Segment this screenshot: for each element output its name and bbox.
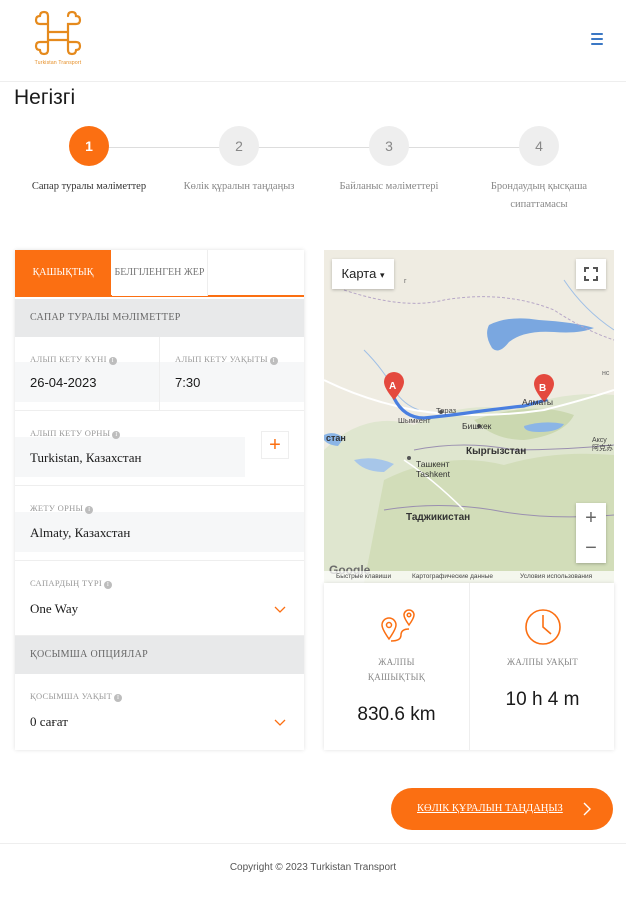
chevron-right-icon [583,802,591,816]
departure-time-label: Алып кету уақыты i [175,354,278,365]
pickup-place-label: Алып кету орны i [30,428,121,439]
tab-distance[interactable]: Қашықтық [15,250,111,296]
footer-divider [0,843,626,844]
trip-type-label: Сапардың түрі i [30,578,113,589]
map-label-almaty: Алматы [522,397,554,407]
step-label: Байланыс мәліметтері [339,181,439,192]
total-time-card: Жалпы уақыт 10 h 4 m [469,583,614,750]
info-icon: i [85,506,94,514]
departure-time-input[interactable]: 7:30 [175,375,200,390]
extra-time-label: Қосымша уақыт i [30,691,123,702]
choose-vehicle-button[interactable]: Көлік құралын таңдаңыз [391,788,613,830]
logo-emblem-icon [34,10,82,56]
zoom-in-button[interactable]: + [576,503,606,533]
fullscreen-icon [584,267,598,281]
add-stop-button[interactable]: + [261,431,289,459]
keyboard-shortcuts-link[interactable]: Быстрые клавиши [336,571,391,583]
map-type-button[interactable]: Карта ▾ [332,259,394,289]
trip-summary-panel: Жалпы қашықтық 830.6 km Жалпы уақыт 10 h… [324,583,614,750]
chevron-down-icon[interactable] [273,716,287,730]
map-label-tashkent: Ташкент Tashkent [416,459,451,479]
total-time-label: Жалпы уақыт [506,657,579,667]
extra-time-select[interactable]: 0 сағат [30,714,68,730]
trip-details-section-header: Сапар туралы мәліметтер [15,299,304,337]
trip-mode-tabs: Қашықтық Белгіленген жер [15,250,304,297]
tab-fixed-place[interactable]: Белгіленген жер [112,250,208,296]
step-3[interactable]: 3 Байланыс мәліметтері [314,126,464,196]
extra-time-row: Қосымша уақыт i 0 сағат [15,674,304,750]
departure-date-input[interactable]: 26-04-2023 [30,375,97,390]
hamburger-menu-button[interactable] [588,33,606,47]
step-label: Көлік құралын таңдаңыз [183,181,295,192]
total-distance-label: Жалпы қашықтық [367,657,426,682]
trip-type-row: Сапардың түрі i One Way [15,561,304,636]
step-2[interactable]: 2 Көлік құралын таңдаңыз [164,126,314,196]
info-icon: i [269,357,278,365]
info-icon: i [112,431,121,439]
site-header: Turkistan Transport [0,0,626,82]
departure-datetime-row: Алып кету күні i 26-04-2023 Алып кету уақ… [15,337,304,411]
hamburger-icon [591,33,603,35]
clock-icon [525,609,561,645]
pickup-place-input[interactable]: Turkistan, Казахстан [30,450,142,466]
trip-type-select[interactable]: One Way [30,601,78,617]
choose-vehicle-label: Көлік құралын таңдаңыз [417,803,563,814]
map-label-aksu: Аксу 阿克苏 [592,437,613,452]
logo-wordmark: Turkistan Transport [34,60,82,66]
total-time-value: 10 h 4 m [505,689,580,710]
step-1[interactable]: 1 Сапар туралы мәліметтер [14,126,164,196]
map-label-nc: нс [602,370,610,377]
total-distance-value: 830.6 km [357,704,436,725]
map-attribution-bar: Быстрые клавиши Картографические данные … [324,571,614,583]
site-logo[interactable]: Turkistan Transport [22,10,94,72]
map-label-shymkent: Шымкент [398,416,431,425]
zoom-out-button[interactable]: − [576,533,606,563]
booking-stepper: 1 Сапар туралы мәліметтер 2 Көлік құралы… [0,126,626,216]
terms-link[interactable]: Условия использования [520,571,592,583]
map-label-g: г [404,278,407,285]
map-label-kyrgyzstan: Кыргызстан [466,446,527,457]
step-4[interactable]: 4 Брондаудың қысқаша сипаттамасы [464,126,614,214]
fullscreen-button[interactable] [576,259,606,289]
marker-b-label: B [539,383,547,394]
step-number: 1 [69,126,109,166]
map-data-link[interactable]: Картографические данные [412,571,493,583]
caret-down-icon: ▾ [379,270,385,280]
info-icon: i [104,581,113,589]
map-label-bishkek: Бишкек [462,421,492,431]
pickup-place-row: Алып кету орны i Turkistan, Казахстан + [15,411,304,486]
info-icon: i [114,694,123,702]
destination-label: Жету орны i [30,503,94,514]
chevron-down-icon[interactable] [273,603,287,617]
info-icon: i [108,357,117,365]
zoom-controls: + − [576,503,606,563]
extra-options-section-header: Қосымша опциялар [15,636,304,674]
route-pin-icon [381,609,415,642]
destination-input[interactable]: Almaty, Казахстан [30,525,130,541]
total-distance-card: Жалпы қашықтық 830.6 km [324,583,469,750]
step-number: 3 [369,126,409,166]
step-label: Брондаудың қысқаша сипаттамасы [490,181,588,210]
page-title: Негізгі [14,86,76,109]
step-label: Сапар туралы мәліметтер [31,181,147,192]
marker-a-label: A [389,381,397,392]
trip-form-panel: Қашықтық Белгіленген жер Сапар туралы мә… [15,250,304,750]
step-number: 4 [519,126,559,166]
map-label-taraz: Тараз [436,406,457,415]
map-label-tajikistan: Таджикистан [406,512,471,523]
map-canvas [324,279,614,583]
destination-row: Жету орны i Almaty, Казахстан [15,486,304,561]
departure-date-label: Алып кету күні i [30,354,117,365]
map-label-kazakhstan: стан [326,433,346,443]
step-number: 2 [219,126,259,166]
copyright-text: Copyright © 2023 Turkistan Transport [229,862,397,873]
route-map[interactable]: A B Кыргызстан Таджикистан Ташкент Tashke… [324,250,614,583]
